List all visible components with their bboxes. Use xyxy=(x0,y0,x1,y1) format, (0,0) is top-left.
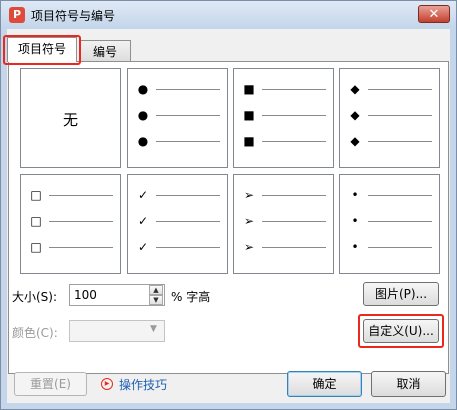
cancel-button[interactable]: 取消 xyxy=(371,371,446,397)
dialog-client: 项目符号 编号 无 ● ● ● ■ ■ ■ ◆ ◆ ◆ □ □ □ ✓ ✓ ✓ … xyxy=(3,29,450,403)
bullet-small-dot-icon: • xyxy=(351,214,359,228)
bullet-square-icon: ■ xyxy=(243,82,255,96)
bullet-option-filled-square[interactable]: ■ ■ ■ xyxy=(233,68,334,168)
tab-numbering[interactable]: 编号 xyxy=(79,40,131,62)
bullet-diamond-icon: ◆ xyxy=(350,82,360,96)
bullet-option-small-dot[interactable]: • • • xyxy=(339,174,440,274)
picture-button[interactable]: 图片(P)... xyxy=(363,282,439,306)
bullet-checkmark-icon: ✓ xyxy=(137,214,149,228)
dialog-window: P 项目符号与编号 ✕ 项目符号 编号 无 ● ● ● ■ ■ ■ ◆ ◆ ◆ … xyxy=(0,0,457,410)
bullet-option-arrowhead[interactable]: ➢ ➢ ➢ xyxy=(233,174,334,274)
bullet-circle-icon: ● xyxy=(137,108,149,122)
bullet-option-hollow-square[interactable]: □ □ □ xyxy=(20,174,121,274)
size-spin-up-icon[interactable]: ▲ xyxy=(149,285,163,295)
tab-bullets[interactable]: 项目符号 xyxy=(7,37,77,62)
bullet-circle-icon: ● xyxy=(137,134,149,148)
bullet-small-dot-icon: • xyxy=(351,240,359,254)
ok-button[interactable]: 确定 xyxy=(287,371,362,397)
bullet-option-none[interactable]: 无 xyxy=(20,68,121,168)
title-bar: P 项目符号与编号 ✕ xyxy=(1,1,456,29)
bullet-checkmark-icon: ✓ xyxy=(137,188,149,202)
bullet-small-dot-icon: • xyxy=(351,188,359,202)
size-unit-label: % 字高 xyxy=(171,290,211,304)
bullet-arrowhead-icon: ➢ xyxy=(243,214,255,228)
tips-link[interactable]: 操作技巧 xyxy=(119,376,167,393)
close-button[interactable]: ✕ xyxy=(418,5,450,23)
bullet-option-checkmark[interactable]: ✓ ✓ ✓ xyxy=(127,174,228,274)
size-label: 大小(S): xyxy=(12,290,58,304)
size-spin-down-icon[interactable]: ▼ xyxy=(149,295,163,305)
bullet-diamond-icon: ◆ xyxy=(350,134,360,148)
bullet-square-icon: ■ xyxy=(243,134,255,148)
bullet-option-diamond[interactable]: ◆ ◆ ◆ xyxy=(339,68,440,168)
window-title: 项目符号与编号 xyxy=(31,9,116,23)
color-label: 颜色(C): xyxy=(12,326,58,340)
bullet-checkmark-icon: ✓ xyxy=(137,240,149,254)
customize-button[interactable]: 自定义(U)... xyxy=(363,319,439,343)
bullet-hollow-square-icon: □ xyxy=(30,214,42,228)
app-icon: P xyxy=(9,7,25,23)
bullet-option-filled-circle[interactable]: ● ● ● xyxy=(127,68,228,168)
reset-button: 重置(E) xyxy=(14,372,87,396)
play-icon: ▶ xyxy=(101,378,113,390)
bullet-square-icon: ■ xyxy=(243,108,255,122)
bullet-circle-icon: ● xyxy=(137,82,149,96)
bullet-hollow-square-icon: □ xyxy=(30,188,42,202)
bullet-panel: 无 ● ● ● ■ ■ ■ ◆ ◆ ◆ □ □ □ ✓ ✓ ✓ ➢ ➢ ➢ • … xyxy=(8,61,449,374)
bullet-diamond-icon: ◆ xyxy=(350,108,360,122)
bullet-arrowhead-icon: ➢ xyxy=(243,188,255,202)
bullet-hollow-square-icon: □ xyxy=(30,240,42,254)
chevron-down-icon: ▼ xyxy=(150,324,157,334)
bullet-none-label: 无 xyxy=(62,111,78,129)
bullet-arrowhead-icon: ➢ xyxy=(243,240,255,254)
